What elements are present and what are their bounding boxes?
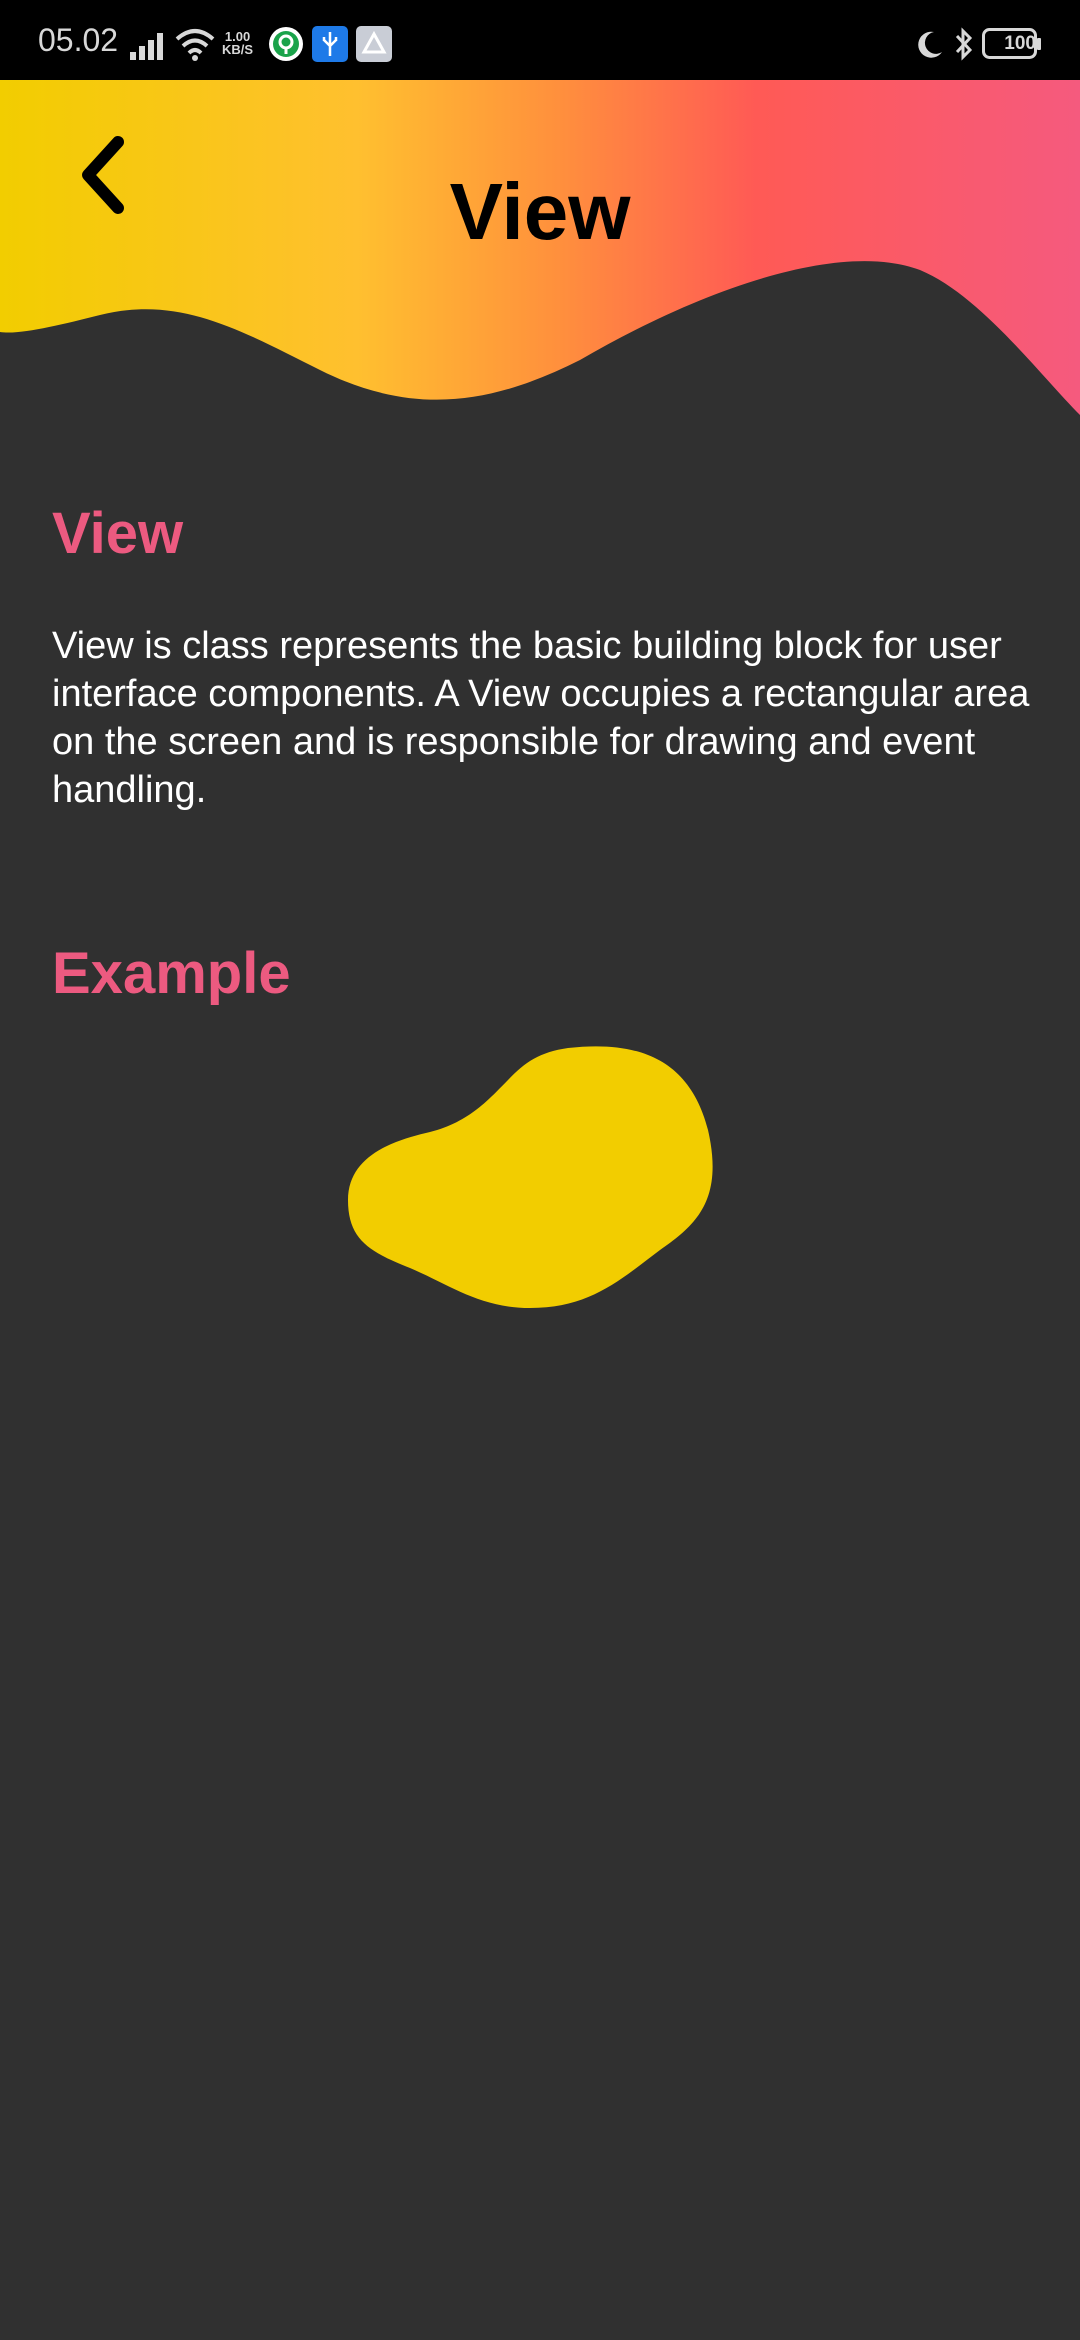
example-blob-view xyxy=(348,1046,713,1308)
screen: 05.02 1.00 KB/S 100 View View View is cl… xyxy=(0,0,1080,2340)
net-speed: 1.00 KB/S xyxy=(222,30,253,56)
wifi-icon xyxy=(175,29,215,61)
status-time: 05.02 xyxy=(38,22,119,58)
app-notification-icon xyxy=(356,26,392,62)
section-heading-view: View xyxy=(52,501,184,566)
moon-icon xyxy=(918,31,942,58)
app-notification-icon xyxy=(269,27,303,61)
usb-icon xyxy=(312,26,348,62)
signal-icon xyxy=(130,33,163,60)
bluetooth-icon xyxy=(955,27,973,61)
status-bar: 05.02 1.00 KB/S 100 xyxy=(0,0,1080,80)
battery-level: 100 xyxy=(1004,33,1036,54)
section-heading-example: Example xyxy=(52,941,291,1006)
page-title: View xyxy=(449,167,631,256)
net-speed-unit: KB/S xyxy=(222,42,254,57)
header-wave-background xyxy=(0,80,1080,415)
section-description: View is class represents the basic build… xyxy=(52,625,1030,811)
